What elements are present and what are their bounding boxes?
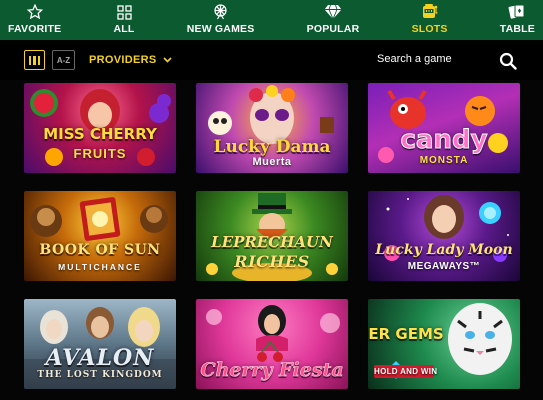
grid-view-button[interactable] bbox=[24, 50, 45, 70]
slot-machine-icon bbox=[422, 4, 438, 18]
nav-popular-label: POPULAR bbox=[306, 23, 360, 35]
game-tile-lucky-lady-moon[interactable]: Lucky Lady Moon MEGAWAYS™ bbox=[368, 191, 520, 281]
sort-az-button[interactable]: A-Z bbox=[52, 50, 75, 70]
nav-slots-label: SLOTS bbox=[411, 23, 448, 35]
nav-all[interactable]: ALL bbox=[114, 0, 135, 40]
game-subtitle: MULTICHANCE bbox=[58, 262, 142, 272]
ferris-wheel-icon bbox=[214, 4, 227, 20]
game-title: Cherry Fiesta bbox=[200, 359, 344, 381]
game-title: BOOK OF SUN bbox=[39, 242, 161, 258]
game-subtitle: FRUITS bbox=[73, 146, 127, 161]
nav-new-games[interactable]: NEW GAMES bbox=[187, 0, 255, 40]
game-tile-leprechaun-riches[interactable]: LEPRECHAUN RICHES bbox=[196, 191, 348, 281]
game-title: candy bbox=[400, 125, 488, 155]
game-subtitle: MEGAWAYS™ bbox=[407, 261, 481, 272]
diamond-icon bbox=[324, 4, 342, 20]
game-title: Lucky Lady Moon bbox=[375, 242, 513, 258]
game-tile-miss-cherry-fruits[interactable]: MISS CHERRY FRUITS bbox=[24, 83, 176, 173]
game-tile-book-of-sun[interactable]: BOOK OF SUN MULTICHANCE bbox=[24, 191, 176, 281]
game-title: LEPRECHAUN bbox=[211, 233, 333, 251]
game-title: Lucky Dama bbox=[213, 137, 331, 157]
game-tile-cherry-fiesta[interactable]: Cherry Fiesta bbox=[196, 299, 348, 389]
game-title: MISS CHERRY bbox=[43, 125, 157, 143]
search-input[interactable]: Search a game bbox=[377, 53, 452, 65]
nav-favorite[interactable]: FAVORITE bbox=[8, 0, 61, 40]
game-subtitle: THE LOST KINGDOM bbox=[37, 370, 163, 380]
playing-cards-icon bbox=[508, 4, 525, 19]
chevron-down-icon bbox=[162, 57, 172, 63]
game-tile-lucky-dama-muerta[interactable]: Lucky Dama Muerta bbox=[196, 83, 348, 173]
game-subtitle: Muerta bbox=[252, 156, 292, 168]
game-subtitle: MONSTA bbox=[419, 155, 469, 166]
star-icon bbox=[26, 4, 43, 20]
game-tile-candy-monsta[interactable]: candy MONSTA bbox=[368, 83, 520, 173]
nav-slots[interactable]: SLOTS bbox=[412, 0, 448, 40]
game-tile-avalon[interactable]: AVALON THE LOST KINGDOM bbox=[24, 299, 176, 389]
top-navigation: FAVORITE ALL NEW GAMES POPULAR SLOTS TAB… bbox=[0, 0, 543, 40]
nav-popular[interactable]: POPULAR bbox=[307, 0, 360, 40]
game-title: TIGER GEMS bbox=[368, 325, 444, 343]
providers-label: PROVIDERS bbox=[89, 54, 157, 66]
nav-table-label: TABLE bbox=[499, 23, 535, 35]
grid-icon bbox=[116, 5, 132, 20]
game-tile-tiger-gems[interactable]: TIGER GEMS HOLD AND WIN bbox=[368, 299, 520, 389]
nav-all-label: ALL bbox=[113, 23, 135, 35]
game-subtitle: HOLD AND WIN bbox=[374, 365, 438, 378]
providers-dropdown[interactable]: PROVIDERS bbox=[89, 54, 172, 66]
nav-table[interactable]: TABLE bbox=[500, 0, 535, 40]
search-icon[interactable] bbox=[499, 52, 517, 70]
nav-favorite-label: FAVORITE bbox=[8, 23, 62, 35]
game-subtitle: RICHES bbox=[234, 252, 310, 271]
nav-new-games-label: NEW GAMES bbox=[186, 23, 255, 35]
filter-bar: A-Z PROVIDERS Search a game bbox=[0, 40, 543, 80]
game-title: AVALON bbox=[45, 345, 155, 371]
